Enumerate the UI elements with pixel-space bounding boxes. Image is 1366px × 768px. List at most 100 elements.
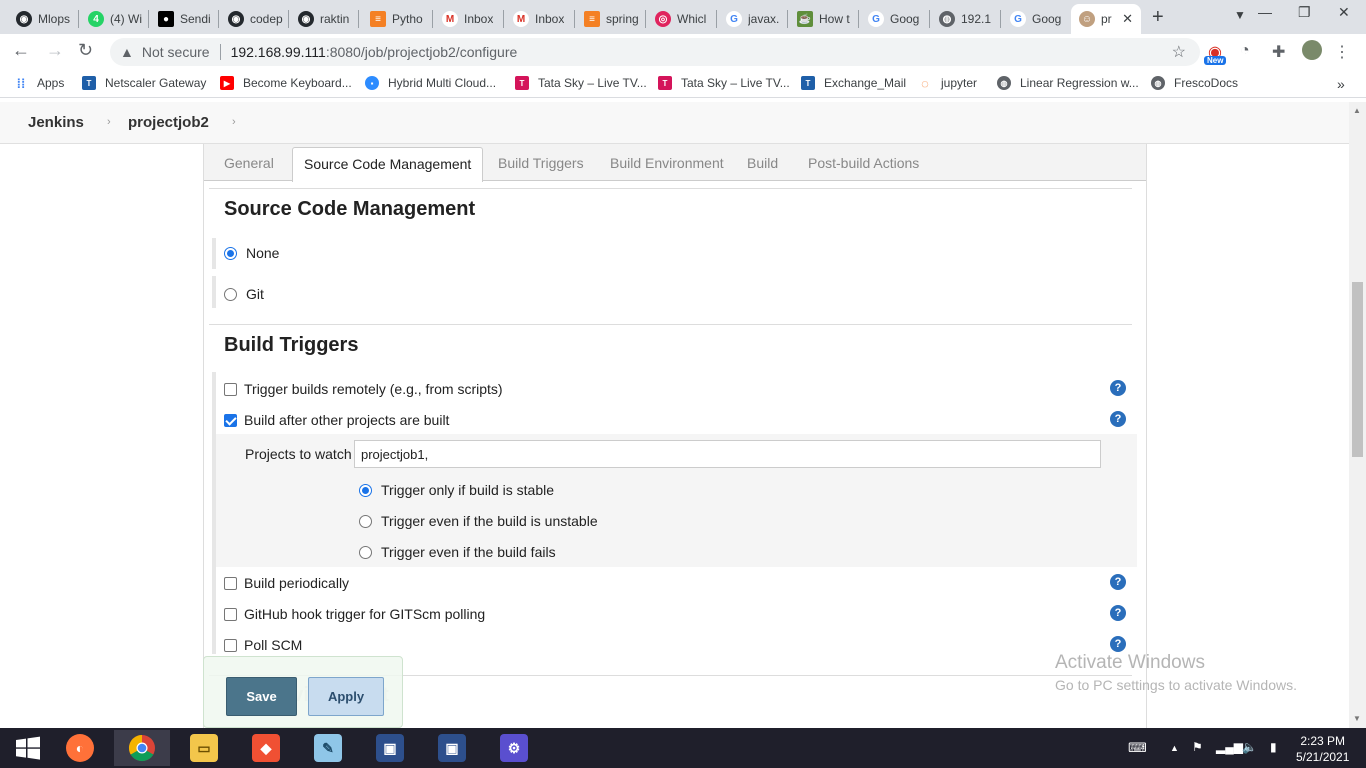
bookmark-item[interactable]: ▪ Hybrid Multi Cloud... [365,76,496,90]
battery-icon[interactable]: ▮ [1270,740,1277,754]
checkbox-build-periodically[interactable] [224,576,237,590]
help-icon[interactable]: ? [1110,636,1126,652]
tab-search-icon[interactable]: ▼ [1234,8,1246,22]
page-scrollbar[interactable]: ▲ ▼ [1349,102,1366,728]
close-tab-icon[interactable]: ✕ [1122,11,1133,27]
apply-button[interactable]: Apply [308,677,384,716]
radio-stable[interactable] [359,483,372,497]
scroll-up-icon[interactable]: ▲ [1353,106,1361,115]
tab-post-build-actions[interactable]: Post-build Actions [808,155,919,171]
bookmark-apps[interactable]: ⁞⁞ Apps [14,76,65,91]
security-label[interactable]: Not secure [142,44,210,60]
address-bar[interactable]: ▲ Not secure 192.168.99.111:8080/job/pro… [110,38,1200,66]
menu-kebab-icon[interactable]: ⋮ [1334,42,1350,62]
taskbar-firefox[interactable]: ◐ [52,730,108,766]
chevron-right-icon[interactable]: › [232,116,236,128]
tab-source-code-management[interactable]: Source Code Management [292,147,484,182]
back-icon[interactable]: ← [12,40,30,61]
chevron-right-icon[interactable]: › [107,116,111,128]
bookmark-item[interactable]: ◍ Linear Regression w... [997,76,1139,90]
checkbox-trigger-remote[interactable] [224,382,237,396]
browser-tab[interactable]: ◉ codep [220,4,290,34]
taskbar-chrome[interactable] [114,730,170,766]
scrollbar-thumb[interactable] [1352,282,1363,457]
taskbar-explorer[interactable]: ▭ [176,730,232,766]
reload-icon[interactable]: ↻ [78,40,93,61]
projects-to-watch-input[interactable] [354,440,1101,468]
taskbar-git[interactable]: ◆ [238,730,294,766]
browser-tab-active[interactable]: ☺ pr ✕ [1071,4,1141,34]
checkbox-build-after-other[interactable] [224,413,237,427]
browser-tab[interactable]: ◉ raktin [290,4,360,34]
taskbar-settings[interactable]: ⚙ [486,730,542,766]
help-icon[interactable]: ? [1110,574,1126,590]
browser-tab[interactable]: ◎ Whicl [647,4,717,34]
volume-icon[interactable]: 🔈 [1242,740,1257,754]
browser-tab[interactable]: ≡ Pytho [362,4,432,34]
scm-option-none[interactable]: None [224,245,279,261]
taskbar-virtualbox-vm[interactable]: ▣ [424,730,480,766]
trigger-periodic[interactable]: Build periodically [224,575,349,591]
trigger-remote[interactable]: Trigger builds remotely (e.g., from scri… [224,381,503,397]
condition-fails[interactable]: Trigger even if the build fails [359,544,556,560]
network-signal-icon[interactable]: ▂▄▆ [1216,740,1243,754]
new-tab-icon[interactable]: + [1152,6,1164,29]
browser-tab[interactable]: ● Sendi [150,4,220,34]
system-clock[interactable]: 2:23 PM 5/21/2021 [1296,733,1349,765]
minimize-icon[interactable]: — [1258,4,1272,20]
profile-avatar[interactable] [1302,40,1322,60]
breadcrumb-jenkins[interactable]: Jenkins [28,114,84,131]
start-button[interactable] [0,730,56,766]
browser-tab[interactable]: M Inbox [434,4,504,34]
browser-tab[interactable]: G javax. [718,4,788,34]
radio-fails[interactable] [359,545,372,559]
browser-tab[interactable]: ◉ Mlops [8,4,78,34]
close-window-icon[interactable]: ✕ [1338,4,1350,21]
bookmark-item[interactable]: T Tata Sky – Live TV... [515,76,647,90]
radio-none[interactable] [224,246,237,260]
scroll-down-icon[interactable]: ▼ [1353,714,1361,723]
tab-build[interactable]: Build [747,155,778,171]
bookmark-item[interactable]: ▶ Become Keyboard... [220,76,352,90]
radio-git[interactable] [224,287,237,301]
trigger-after-other[interactable]: Build after other projects are built [224,412,449,428]
checkbox-github-hook[interactable] [224,607,237,621]
trigger-github-hook[interactable]: GitHub hook trigger for GITScm polling [224,606,485,622]
bookmarks-overflow-icon[interactable]: » [1337,76,1345,92]
bookmark-item[interactable]: T Netscaler Gateway [82,76,206,90]
forward-icon[interactable]: → [46,40,64,61]
help-icon[interactable]: ? [1110,411,1126,427]
warning-icon[interactable]: ▲ [120,44,134,60]
bookmark-item[interactable]: ◍ FrescoDocs [1151,76,1238,90]
save-button[interactable]: Save [226,677,297,716]
tab-build-environment[interactable]: Build Environment [610,155,724,171]
browser-tab[interactable]: M Inbox [505,4,575,34]
condition-stable[interactable]: Trigger only if build is stable [359,482,554,498]
breadcrumb-job[interactable]: projectjob2 [128,114,209,131]
scm-option-git[interactable]: Git [224,286,264,302]
checkbox-poll-scm[interactable] [224,638,237,652]
browser-tab[interactable]: 4 (4) Wi [80,4,150,34]
bookmark-item[interactable]: T Exchange_Mail [801,76,906,90]
taskbar-notepad[interactable]: ✎ [300,730,356,766]
speed-icon[interactable]: ◔ [1240,42,1250,60]
extensions-puzzle-icon[interactable]: ✚ [1272,42,1285,62]
bookmark-item[interactable]: ◌ jupyter [918,76,977,91]
taskbar-virtualbox[interactable]: ▣ [362,730,418,766]
browser-tab[interactable]: ≡ spring [576,4,646,34]
browser-tab[interactable]: G Goog [860,4,930,34]
action-center-flag-icon[interactable]: ⚑ [1192,740,1203,754]
bookmark-star-icon[interactable]: ☆ [1172,42,1186,62]
bookmark-item[interactable]: T Tata Sky – Live TV... [658,76,790,90]
tab-build-triggers[interactable]: Build Triggers [498,155,584,171]
tab-general[interactable]: General [224,155,274,171]
radio-unstable[interactable] [359,514,372,528]
tray-expand-icon[interactable]: ▲ [1170,743,1179,753]
keyboard-icon[interactable]: ⌨ [1128,740,1147,756]
browser-tab[interactable]: ☕ How t [789,4,859,34]
restore-icon[interactable]: ❐ [1298,4,1311,21]
condition-unstable[interactable]: Trigger even if the build is unstable [359,513,598,529]
help-icon[interactable]: ? [1110,380,1126,396]
help-icon[interactable]: ? [1110,605,1126,621]
browser-tab[interactable]: ◍ 192.1 [931,4,1001,34]
